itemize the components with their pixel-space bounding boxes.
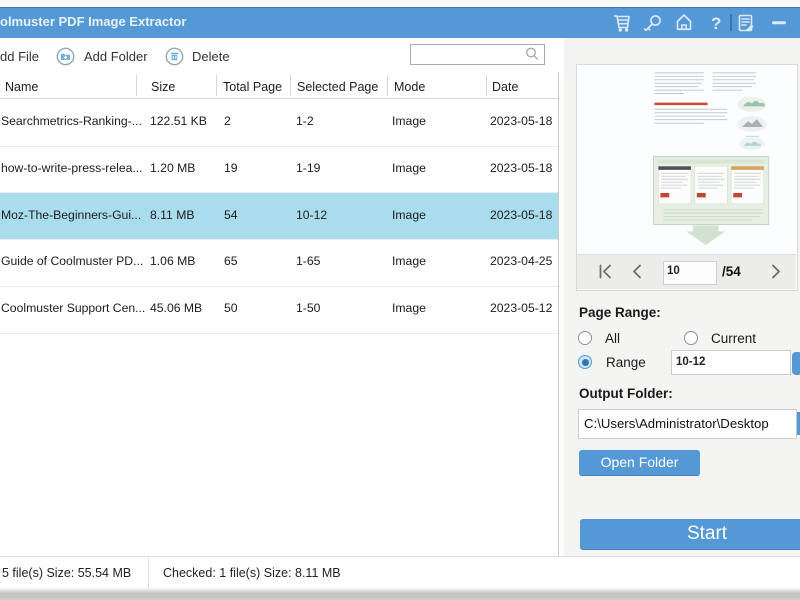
svg-text:?: ?	[711, 14, 721, 33]
